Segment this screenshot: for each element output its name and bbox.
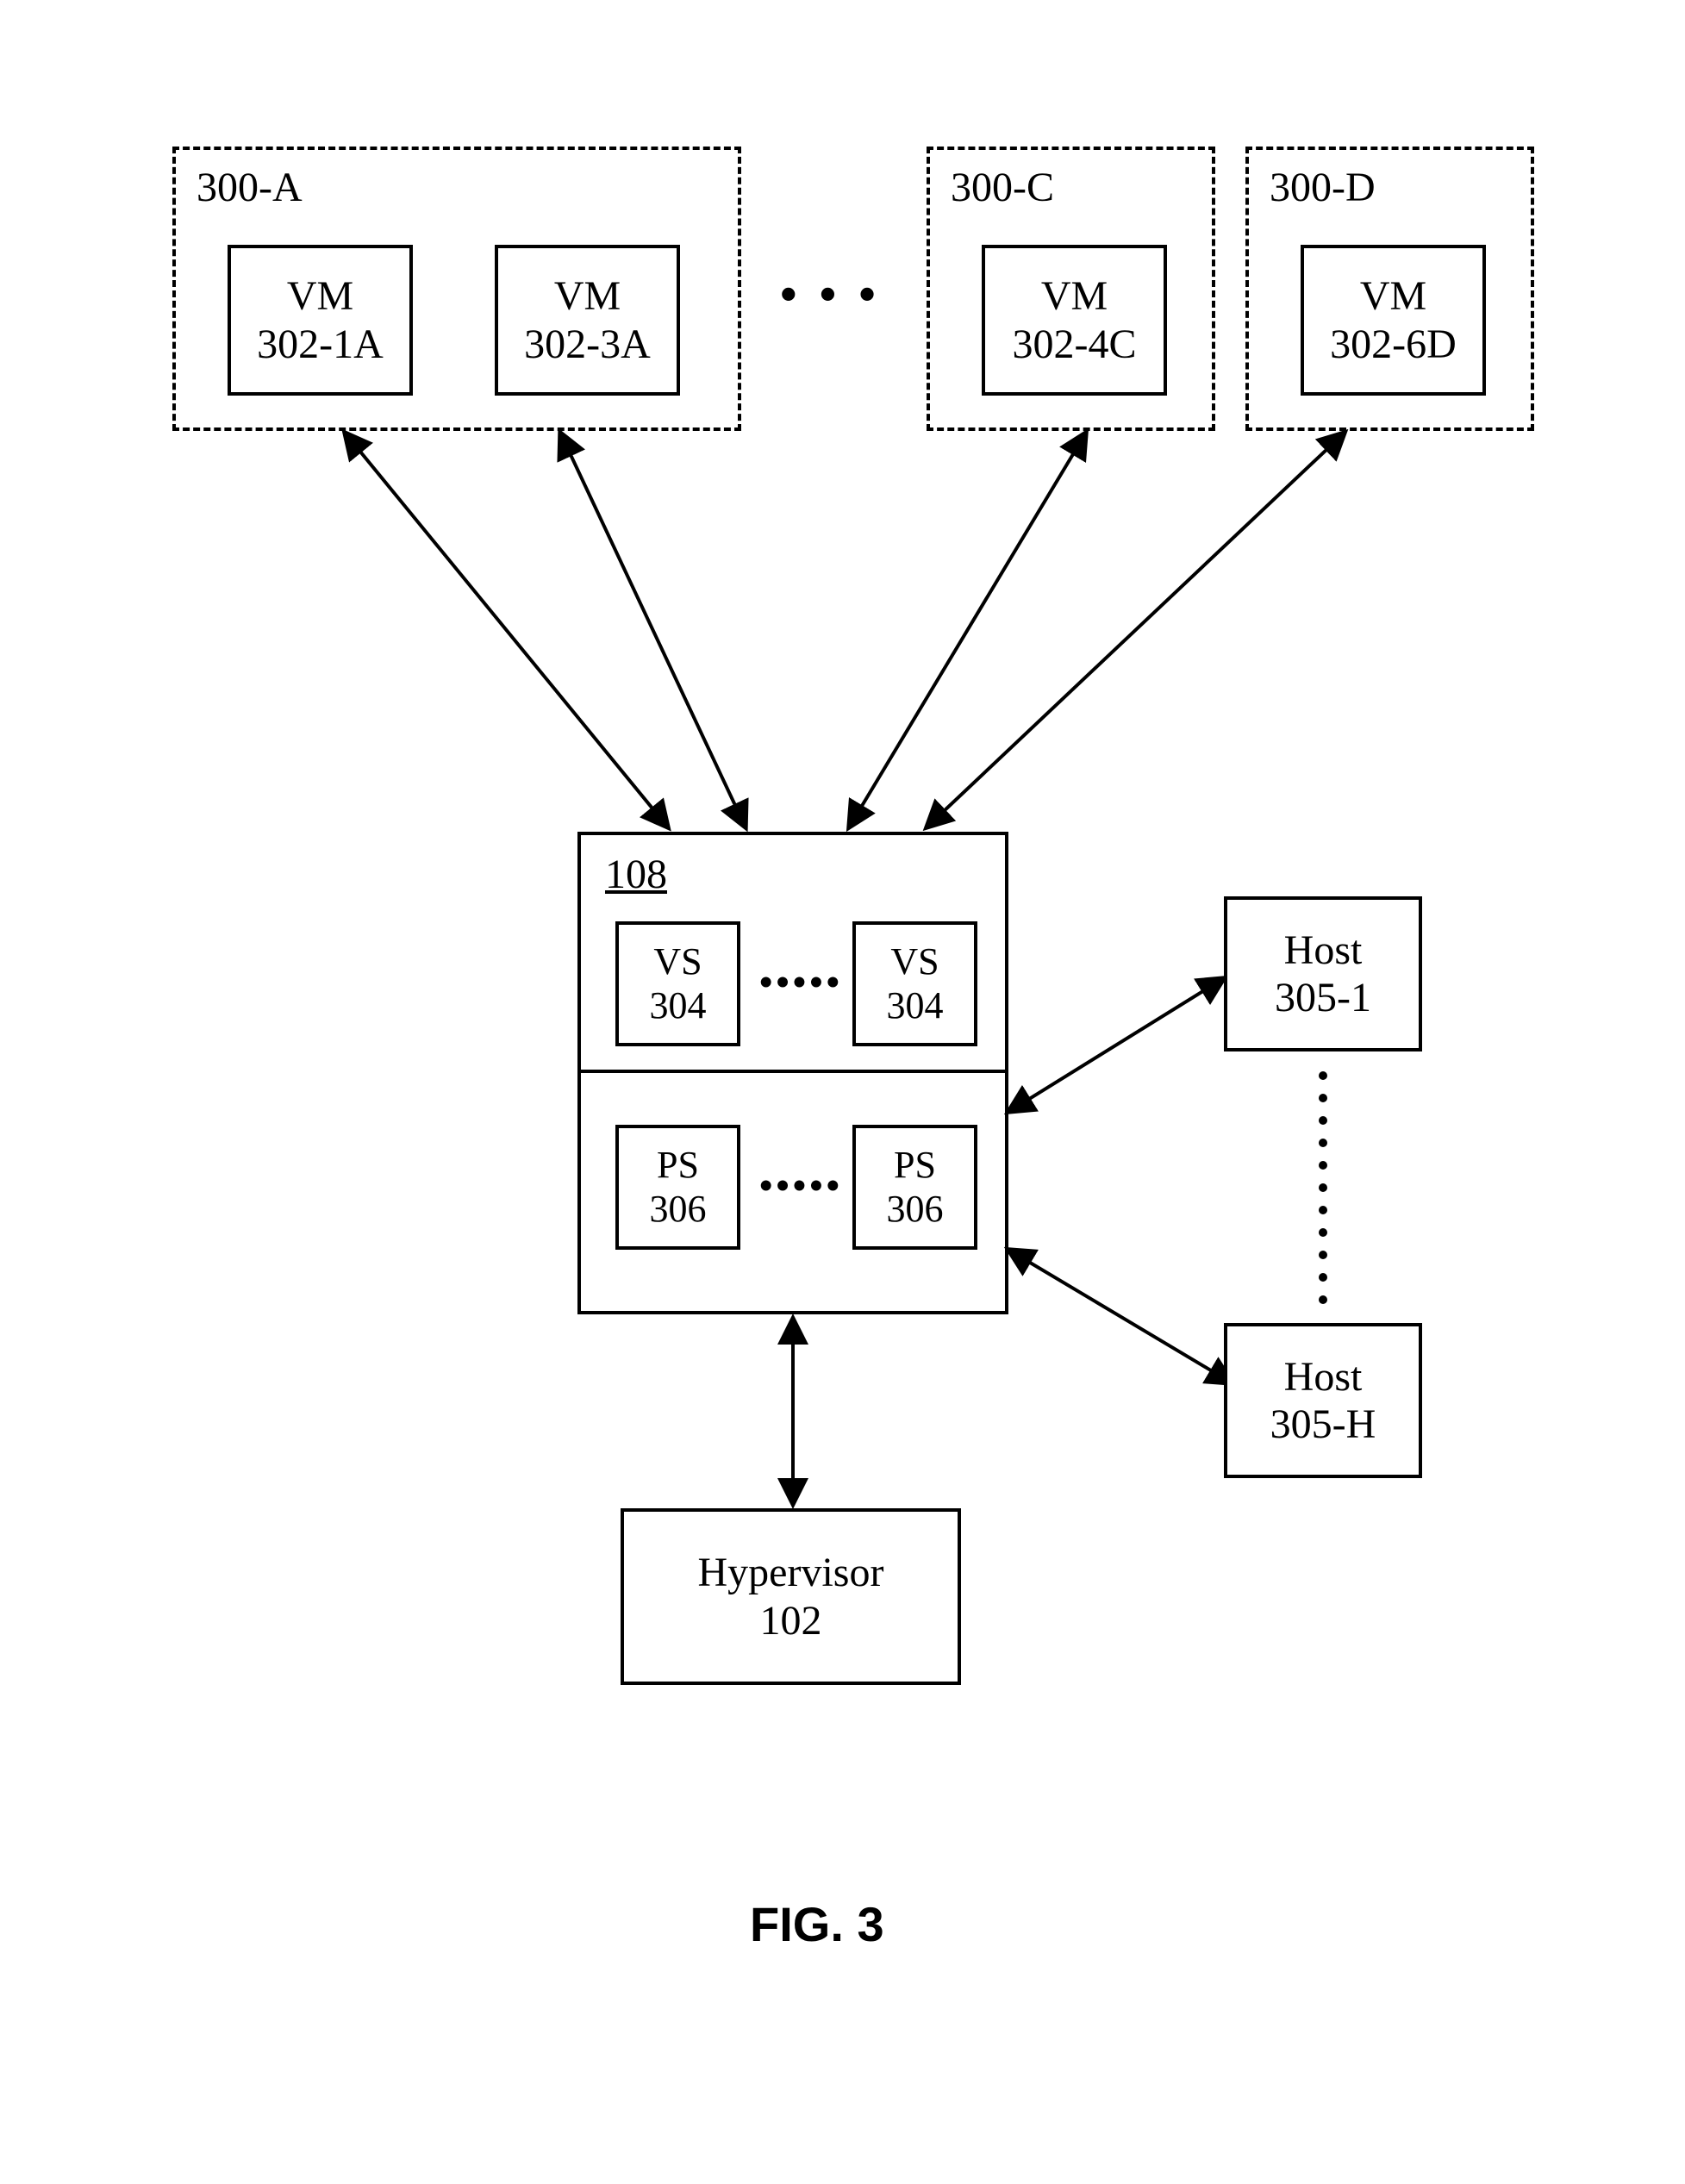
arrow-vm6d-hub [927, 433, 1345, 827]
tenant-300-c: 300-C VM 302-4C [927, 147, 1215, 431]
figure-caption: FIG. 3 [750, 1896, 884, 1952]
vs-304-right: VS 304 [852, 921, 977, 1046]
ellipsis-ps: ••••• [759, 1164, 843, 1207]
hyp-id: 102 [760, 1597, 822, 1644]
hyp-label: Hypervisor [698, 1549, 884, 1596]
ps-left-id: 306 [650, 1188, 707, 1232]
arrow-vm4c-hub [849, 433, 1086, 827]
ellipsis-vs: ••••• [759, 960, 843, 1004]
ellipsis-hosts [1319, 1064, 1327, 1311]
ps-right-label: PS [894, 1144, 936, 1188]
vs-left-id: 304 [650, 984, 707, 1028]
vm-302-4c: VM 302-4C [982, 245, 1167, 396]
hypervisor-102: Hypervisor 102 [621, 1508, 961, 1685]
hub-id: 108 [605, 851, 667, 898]
ellipsis-tenants: • • • [780, 267, 881, 322]
vs-right-label: VS [890, 940, 939, 984]
arrow-hub-hostH [1008, 1250, 1233, 1383]
vm-302-1a-id: 302-1A [257, 321, 384, 368]
arrow-hub-host1 [1008, 978, 1224, 1112]
tenant-300-a: 300-A VM 302-1A VM 302-3A [172, 147, 741, 431]
tenant-a-label: 300-A [197, 164, 303, 211]
ps-left-label: PS [657, 1144, 699, 1188]
host1-label: Host [1284, 927, 1363, 974]
vm-302-6d-t: VM [1360, 272, 1426, 320]
vm-302-6d: VM 302-6D [1301, 245, 1486, 396]
vs-left-label: VS [653, 940, 702, 984]
arrow-vm3a-hub [560, 433, 746, 827]
diagram-page: 300-A VM 302-1A VM 302-3A • • • 300-C VM… [0, 0, 1685, 2184]
ps-306-right: PS 306 [852, 1125, 977, 1250]
vm-302-1a: VM 302-1A [228, 245, 413, 396]
arrow-vm1a-hub [345, 433, 668, 827]
tenant-c-label: 300-C [951, 164, 1054, 211]
vm-302-1a-t: VM [287, 272, 353, 320]
vm-302-6d-id: 302-6D [1330, 321, 1457, 368]
vm-302-4c-id: 302-4C [1013, 321, 1137, 368]
hub-108: 108 VS 304 ••••• VS 304 PS 306 ••••• PS … [577, 832, 1008, 1314]
tenant-300-d: 300-D VM 302-6D [1245, 147, 1534, 431]
vm-302-3a: VM 302-3A [495, 245, 680, 396]
vm-302-4c-t: VM [1041, 272, 1108, 320]
hostH-label: Host [1284, 1353, 1363, 1401]
vm-302-3a-t: VM [554, 272, 621, 320]
hostH-id: 305-H [1270, 1401, 1376, 1448]
ps-right-id: 306 [887, 1188, 944, 1232]
vs-304-left: VS 304 [615, 921, 740, 1046]
ps-306-left: PS 306 [615, 1125, 740, 1250]
host-305-h: Host 305-H [1224, 1323, 1422, 1478]
vm-302-3a-id: 302-3A [524, 321, 651, 368]
host-305-1: Host 305-1 [1224, 896, 1422, 1051]
host1-id: 305-1 [1275, 974, 1371, 1021]
vs-right-id: 304 [887, 984, 944, 1028]
hub-top-half: 108 VS 304 ••••• VS 304 [581, 835, 1005, 1073]
hub-bottom-half: PS 306 ••••• PS 306 [581, 1073, 1005, 1311]
tenant-d-label: 300-D [1270, 164, 1376, 211]
